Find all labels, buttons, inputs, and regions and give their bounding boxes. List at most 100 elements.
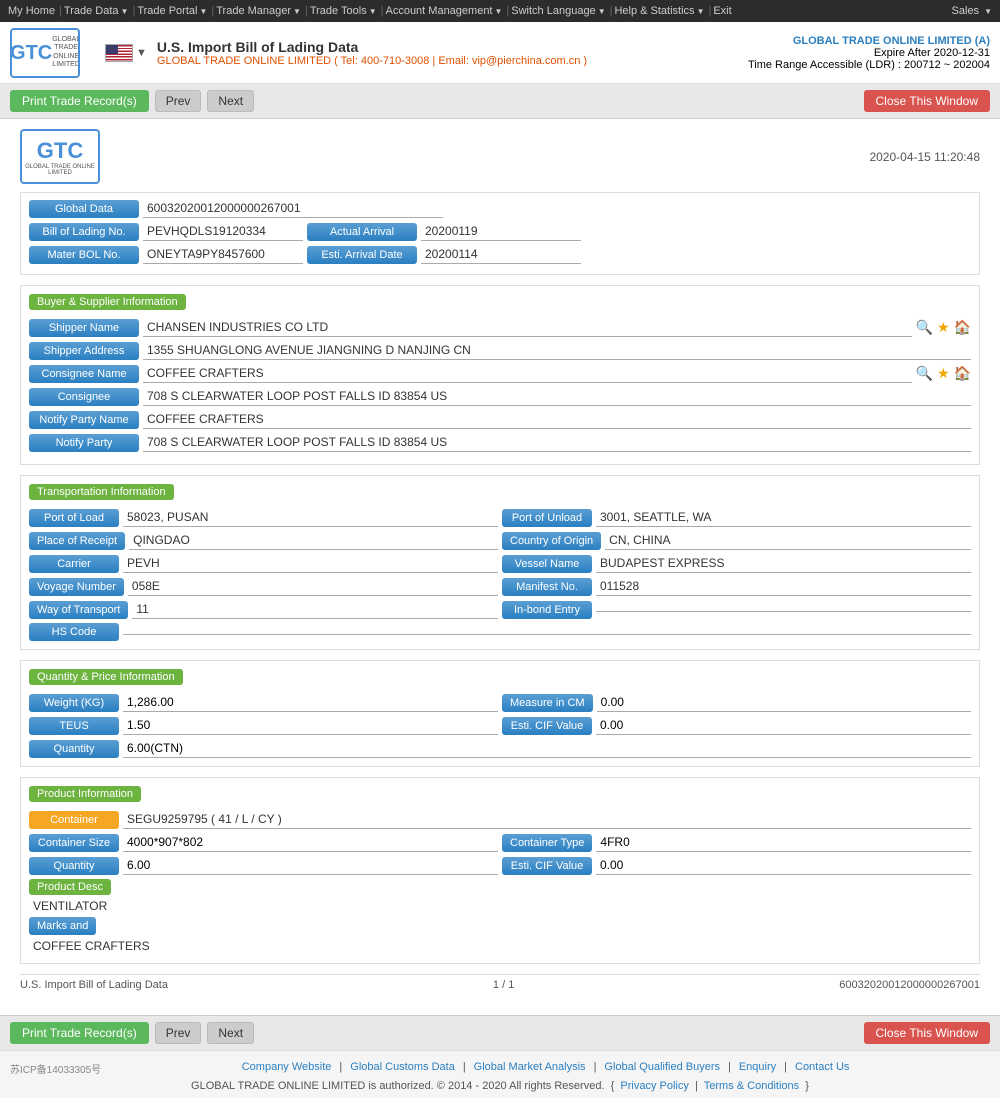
qty-quantity-label: Quantity: [29, 740, 119, 758]
footer-privacy-policy[interactable]: Privacy Policy: [620, 1080, 688, 1092]
prev-button-bottom[interactable]: Prev: [155, 1022, 202, 1044]
esti-cif-label: Esti. CIF Value: [502, 717, 592, 735]
carrier-value: PEVH: [123, 554, 498, 573]
port-of-load-label: Port of Load: [29, 509, 119, 527]
nav-trade-tools[interactable]: Trade Tools ▼: [310, 5, 377, 17]
vessel-name-value: BUDAPEST EXPRESS: [596, 554, 971, 573]
notify-party-name-label: Notify Party Name: [29, 411, 139, 429]
product-cif-label: Esti. CIF Value: [502, 857, 592, 875]
next-button-bottom[interactable]: Next: [207, 1022, 254, 1044]
consignee-name-search-icon[interactable]: 🔍: [916, 365, 933, 382]
consignee-name-star-icon[interactable]: ★: [937, 365, 950, 382]
container-type-row: Container Type 4FR0: [502, 833, 971, 852]
nav-account-management[interactable]: Account Management ▼: [385, 5, 502, 17]
global-data-section: Global Data 60032020012000000267001 Bill…: [20, 192, 980, 275]
nav-switch-language[interactable]: Switch Language ▼: [511, 5, 605, 17]
voyage-number-row: Voyage Number 058E: [29, 577, 498, 596]
container-size-label: Container Size: [29, 834, 119, 852]
footer-terms-conditions[interactable]: Terms & Conditions: [704, 1080, 799, 1092]
mater-bol-row: Mater BOL No. ONEYTA9PY8457600 Esti. Arr…: [29, 245, 971, 264]
nav-exit[interactable]: Exit: [713, 5, 731, 17]
close-window-button-top[interactable]: Close This Window: [864, 90, 990, 112]
container-type-label: Container Type: [502, 834, 592, 852]
nav-trade-portal[interactable]: Trade Portal ▼: [137, 5, 207, 17]
vessel-name-label: Vessel Name: [502, 555, 592, 573]
consignee-row: Consignee 708 S CLEARWATER LOOP POST FAL…: [29, 387, 971, 406]
product-qty-row: Quantity 6.00: [29, 856, 498, 875]
nav-trade-data[interactable]: Trade Data ▼: [64, 5, 129, 17]
manifest-no-label: Manifest No.: [502, 578, 592, 596]
footer-global-market[interactable]: Global Market Analysis: [474, 1061, 586, 1073]
weight-value: 1,286.00: [123, 693, 498, 712]
quantity-section: Quantity & Price Information Weight (KG)…: [20, 660, 980, 767]
nav-my-home[interactable]: My Home: [8, 5, 55, 17]
close-window-button-bottom[interactable]: Close This Window: [864, 1022, 990, 1044]
footer-links: Company Website | Global Customs Data | …: [101, 1061, 990, 1073]
nav-sales[interactable]: Sales ▼: [952, 5, 993, 17]
mater-bol-label: Mater BOL No.: [29, 246, 139, 264]
top-navigation: My Home | Trade Data ▼ | Trade Portal ▼ …: [0, 0, 1000, 22]
shipper-name-star-icon[interactable]: ★: [937, 319, 950, 336]
vessel-name-row: Vessel Name BUDAPEST EXPRESS: [502, 554, 971, 573]
esti-cif-value: 0.00: [596, 716, 971, 735]
voyage-number-value: 058E: [128, 577, 498, 596]
esti-arrival-value: 20200114: [421, 245, 581, 264]
manifest-no-value: 011528: [596, 577, 971, 596]
buyer-supplier-title: Buyer & Supplier Information: [29, 294, 186, 310]
qty-grid: Weight (KG) 1,286.00 Measure in CM 0.00 …: [29, 693, 971, 735]
way-of-transport-label: Way of Transport: [29, 601, 128, 619]
notify-party-name-row: Notify Party Name COFFEE CRAFTERS: [29, 410, 971, 429]
footer-contact-us[interactable]: Contact Us: [795, 1061, 849, 1073]
record-logo: GTC GLOBAL TRADE ONLINE LIMITED: [20, 129, 100, 184]
nav-help-statistics[interactable]: Help & Statistics ▼: [614, 5, 704, 17]
product-section: Product Information Container SEGU925979…: [20, 777, 980, 964]
print-record-button-top[interactable]: Print Trade Record(s): [10, 90, 149, 112]
carrier-row: Carrier PEVH: [29, 554, 498, 573]
footer-company-website[interactable]: Company Website: [242, 1061, 332, 1073]
consignee-name-label: Consignee Name: [29, 365, 139, 383]
record-footer-page: 1 / 1: [493, 979, 514, 991]
record-logo-box: GTC GLOBAL TRADE ONLINE LIMITED: [20, 129, 100, 184]
product-cif-value: 0.00: [596, 856, 971, 875]
marks-value: COFFEE CRAFTERS: [33, 939, 971, 953]
hs-code-value: [123, 630, 971, 635]
record-footer: U.S. Import Bill of Lading Data 1 / 1 60…: [20, 974, 980, 995]
page-footer: 苏ICP备14033305号 Company Website | Global …: [0, 1050, 1000, 1098]
mater-bol-value: ONEYTA9PY8457600: [143, 245, 303, 264]
record-footer-id: 60032020012000000267001: [839, 979, 980, 991]
nav-trade-manager[interactable]: Trade Manager ▼: [216, 5, 301, 17]
footer-global-qualified[interactable]: Global Qualified Buyers: [604, 1061, 720, 1073]
shipper-name-home-icon[interactable]: 🏠: [954, 319, 971, 336]
shipper-name-search-icon[interactable]: 🔍: [916, 319, 933, 336]
prev-button-top[interactable]: Prev: [155, 90, 202, 112]
flag-area: ▼: [105, 44, 147, 62]
expiry-date: Expire After 2020-12-31: [748, 47, 990, 59]
transport-grid: Port of Load 58023, PUSAN Port of Unload…: [29, 508, 971, 619]
place-of-receipt-label: Place of Receipt: [29, 532, 125, 550]
consignee-name-row: Consignee Name COFFEE CRAFTERS 🔍 ★ 🏠: [29, 364, 971, 383]
transportation-section: Transportation Information Port of Load …: [20, 475, 980, 650]
footer-global-customs[interactable]: Global Customs Data: [350, 1061, 455, 1073]
actual-arrival-label: Actual Arrival: [307, 223, 417, 241]
hs-code-label: HS Code: [29, 623, 119, 641]
global-data-label: Global Data: [29, 200, 139, 218]
footer-enquiry[interactable]: Enquiry: [739, 1061, 776, 1073]
voyage-number-label: Voyage Number: [29, 578, 124, 596]
shipper-address-row: Shipper Address 1355 SHUANGLONG AVENUE J…: [29, 341, 971, 360]
action-bar-top: Print Trade Record(s) Prev Next Close Th…: [0, 84, 1000, 119]
quantity-title: Quantity & Price Information: [29, 669, 183, 685]
carrier-label: Carrier: [29, 555, 119, 573]
bol-label: Bill of Lading No.: [29, 223, 139, 241]
consignee-name-home-icon[interactable]: 🏠: [954, 365, 971, 382]
header-subtitle: GLOBAL TRADE ONLINE LIMITED ( Tel: 400-7…: [157, 55, 748, 67]
in-bond-entry-row: In-bond Entry: [502, 600, 971, 619]
global-data-value: 60032020012000000267001: [143, 199, 443, 218]
shipper-name-row: Shipper Name CHANSEN INDUSTRIES CO LTD 🔍…: [29, 318, 971, 337]
next-button-top[interactable]: Next: [207, 90, 254, 112]
teus-row: TEUS 1.50: [29, 716, 498, 735]
consignee-label: Consignee: [29, 388, 139, 406]
measure-label: Measure in CM: [502, 694, 593, 712]
product-title: Product Information: [29, 786, 141, 802]
print-record-button-bottom[interactable]: Print Trade Record(s): [10, 1022, 149, 1044]
flag-dropdown[interactable]: ▼: [136, 47, 147, 59]
